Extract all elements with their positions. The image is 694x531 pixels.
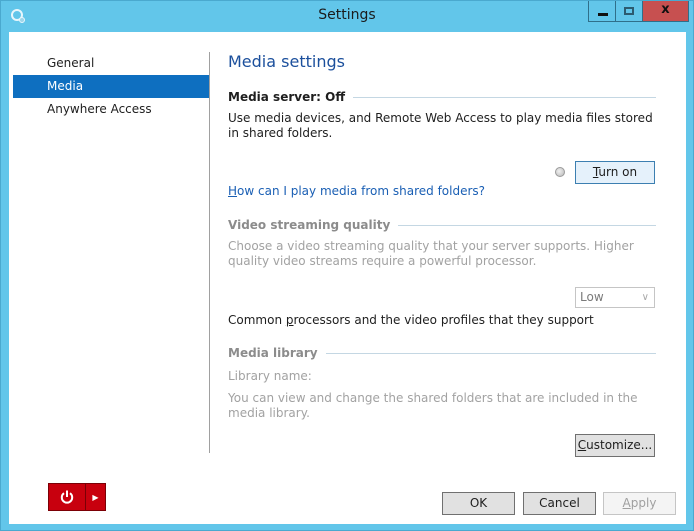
cancel-button[interactable]: Cancel (523, 492, 596, 515)
power-options-arrow-icon[interactable]: ▶ (86, 484, 105, 510)
nav-item-anywhere-access[interactable]: Anywhere Access (13, 98, 209, 121)
section-divider (398, 224, 656, 226)
page-title: Media settings (228, 52, 345, 71)
settings-window: Settings x General Media Anywhere Access… (0, 0, 694, 531)
media-server-status-title: Media server: Off (228, 90, 346, 104)
ok-button[interactable]: OK (442, 492, 515, 515)
maximize-button[interactable] (616, 1, 643, 22)
dialog-client-area: General Media Anywhere Access Media sett… (9, 32, 686, 524)
section-divider (353, 96, 656, 98)
media-server-section-header: Media server: Off (228, 87, 656, 107)
close-button[interactable]: x (643, 1, 689, 22)
close-icon: x (661, 2, 670, 17)
video-streaming-section-header: Video streaming quality (228, 215, 656, 235)
nav-item-general[interactable]: General (13, 52, 209, 75)
maximize-icon (624, 7, 634, 15)
turn-on-button[interactable]: Turn on (575, 161, 655, 184)
minimize-icon (598, 13, 608, 16)
title-bar[interactable]: Settings x (1, 1, 693, 32)
power-button[interactable]: ▶ (48, 483, 106, 511)
apply-button[interactable]: Apply (603, 492, 676, 515)
minimize-button[interactable] (588, 1, 616, 22)
video-streaming-description: Choose a video streaming quality that yo… (228, 239, 634, 268)
video-quality-value: Low (580, 290, 604, 304)
video-streaming-title: Video streaming quality (228, 218, 391, 232)
media-server-description: Use media devices, and Remote Web Access… (228, 111, 653, 140)
media-library-description: You can view and change the shared folde… (228, 391, 638, 420)
status-indicator-icon (555, 167, 565, 177)
power-icon (49, 484, 86, 510)
processors-profiles-link[interactable]: Common processors and the video profiles… (228, 313, 594, 327)
settings-nav: General Media Anywhere Access (13, 52, 209, 121)
media-settings-panel: Media settings Media server: Off Use med… (228, 52, 656, 141)
customize-button[interactable]: Customize... (575, 434, 655, 457)
video-quality-select[interactable]: Low ∨ (575, 287, 655, 308)
nav-divider (209, 52, 210, 453)
library-name-label: Library name: (228, 369, 312, 383)
media-library-title: Media library (228, 346, 318, 360)
chevron-down-icon: ∨ (641, 292, 649, 303)
media-library-block: Media library Library name: You can view… (228, 342, 656, 421)
help-link-shared-folders[interactable]: How can I play media from shared folders… (228, 184, 485, 198)
section-divider (325, 352, 656, 354)
video-streaming-block: Video streaming quality Choose a video s… (228, 214, 656, 269)
media-library-section-header: Media library (228, 343, 656, 363)
nav-item-media[interactable]: Media (13, 75, 209, 98)
